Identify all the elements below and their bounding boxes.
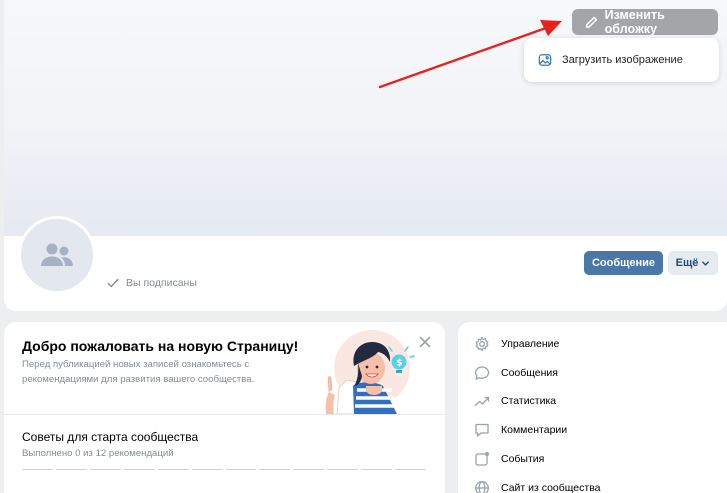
svg-text:$: $ (396, 359, 402, 369)
menu-item-events[interactable]: События (474, 451, 544, 467)
welcome-description: Перед публикацией новых записей ознакомь… (22, 359, 255, 385)
message-button[interactable]: Сообщение (584, 251, 663, 275)
globe-icon (475, 481, 489, 493)
tips-title: Советы для старта сообщества (22, 430, 199, 444)
gear-icon (475, 336, 489, 352)
change-cover-label: Изменить обложку (604, 8, 665, 36)
message-icon (474, 366, 490, 380)
subscribed-label: Вы подписаны (126, 277, 197, 289)
menu-item-messages[interactable]: Сообщения (474, 365, 558, 381)
checkmark-icon (107, 278, 119, 288)
chevron-down-icon (702, 260, 710, 266)
menu-item-manage[interactable]: Управление (474, 336, 559, 352)
progress-segment (22, 469, 53, 470)
progress-segment (361, 469, 393, 470)
progress-segment (157, 469, 189, 470)
progress-segment (123, 469, 155, 470)
more-button-label: Ещё (675, 257, 699, 269)
menu-item-label: Комментарии (501, 424, 568, 436)
progress-segment (191, 469, 223, 470)
progress-segment (327, 469, 359, 470)
tips-progress-bar (22, 469, 427, 471)
image-icon (538, 54, 552, 66)
close-icon[interactable] (418, 335, 432, 349)
comment-icon (475, 423, 489, 437)
tips-progress: Выполнено 0 из 12 рекомендаций (22, 448, 174, 459)
event-icon (475, 452, 489, 466)
menu-item-label: Сайт из сообщества (501, 482, 601, 493)
menu-item-label: События (501, 453, 545, 465)
change-cover-button[interactable]: Изменить обложку (572, 8, 718, 36)
menu-item-label: Статистика (501, 395, 557, 407)
progress-segment (293, 469, 325, 470)
menu-item-statistics[interactable]: Статистика (474, 393, 556, 409)
community-avatar[interactable] (18, 216, 96, 294)
pencil-icon (586, 16, 598, 28)
upload-image-item[interactable]: Загрузить изображение (562, 54, 683, 66)
welcome-illustration: $ (325, 330, 415, 414)
chart-icon (474, 396, 490, 407)
menu-item-label: Сообщения (501, 367, 558, 379)
progress-segment (225, 469, 257, 470)
users-icon (41, 243, 73, 266)
welcome-title: Добро пожаловать на новую Страницу! (22, 338, 299, 354)
progress-segment (55, 469, 87, 470)
cover-dropdown: Загрузить изображение (524, 38, 719, 82)
progress-segment (259, 469, 291, 470)
menu-item-comments[interactable]: Комментарии (474, 422, 567, 438)
menu-item-site[interactable]: Сайт из сообщества (474, 480, 601, 493)
welcome-card: Добро пожаловать на новую Страницу! Пере… (4, 322, 445, 493)
more-button[interactable]: Ещё (668, 251, 718, 275)
progress-segment (89, 469, 121, 470)
menu-item-label: Управление (501, 338, 560, 350)
management-menu: Управление Сообщения Статистика Коммента… (458, 322, 727, 493)
progress-segment (395, 469, 427, 470)
card-divider (4, 414, 445, 415)
subscription-status[interactable]: Вы подписаны (106, 276, 197, 290)
